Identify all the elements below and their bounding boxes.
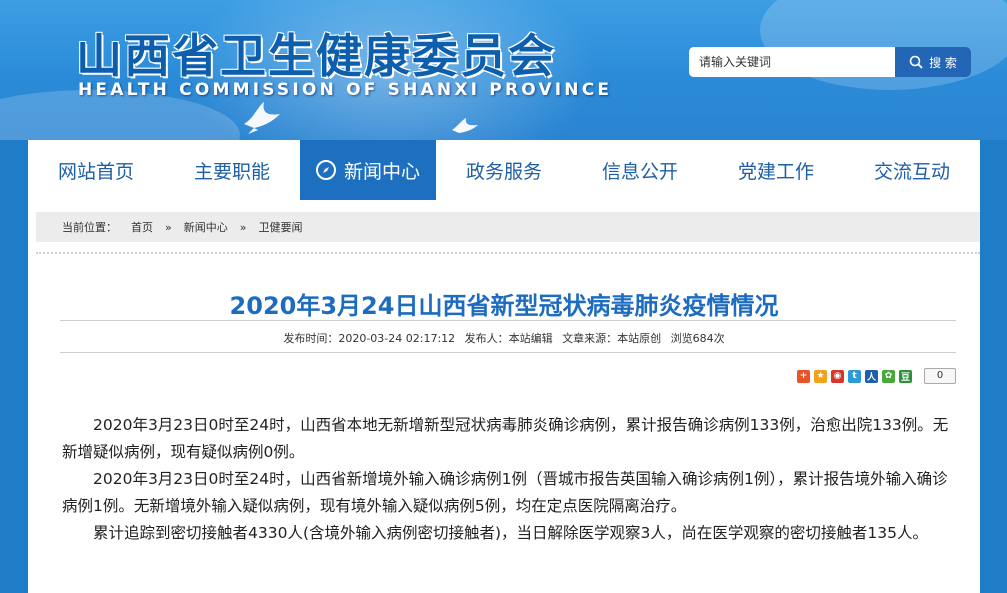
renren-icon[interactable]: 人 (865, 369, 878, 383)
breadcrumb-separator: » (165, 220, 172, 234)
article-paragraph: 2020年3月23日0时至24时，山西省本地无新增新型冠状病毒肺炎确诊病例，累计… (62, 416, 949, 461)
nav-item-interaction[interactable]: 交流互动 (844, 140, 980, 200)
search-box: 搜 索 (689, 47, 971, 77)
nav-item-label: 党建工作 (737, 160, 814, 183)
search-icon (909, 55, 923, 69)
meta-divider (60, 352, 956, 353)
article-meta: 发布时间：2020-03-24 02:17:12 发布人：本站编辑 文章来源：本… (28, 330, 980, 346)
dove-icon (244, 102, 280, 134)
share-count: 0 (924, 368, 956, 384)
share-more-icon[interactable]: + (797, 369, 810, 383)
site-subtitle: HEALTH COMMISSION OF SHANXI PROVINCE (78, 80, 613, 100)
search-button[interactable]: 搜 索 (895, 47, 971, 77)
breadcrumb-home-link[interactable]: 首页 (131, 219, 153, 235)
nav-item-news[interactable]: 新闻中心 (300, 140, 436, 200)
nav-item-party[interactable]: 党建工作 (708, 140, 844, 200)
douban-icon[interactable]: 豆 (899, 369, 912, 383)
nav-item-disclosure[interactable]: 信息公开 (572, 140, 708, 200)
nav-item-label: 主要职能 (193, 160, 270, 183)
breadcrumb-prefix: 当前位置： (62, 221, 117, 234)
article-title: 2020年3月24日山西省新型冠状病毒肺炎疫情情况 (229, 292, 779, 320)
dove-icon (452, 118, 478, 133)
main-nav: 网站首页 主要职能 新闻中心 政务服务 信息公开 党建工作 交流互动 (28, 140, 980, 200)
article-paragraph: 累计追踪到密切接触者4330人(含境外输入病例密切接触者)，当日解除医学观察3人… (93, 524, 928, 542)
search-input[interactable] (689, 47, 895, 77)
nav-item-home[interactable]: 网站首页 (28, 140, 164, 200)
view-count: 浏览684次 (670, 332, 725, 345)
nav-item-label: 网站首页 (57, 160, 134, 183)
breadcrumb: 当前位置： 首页 » 新闻中心 » 卫健要闻 (36, 212, 980, 242)
nav-item-label: 新闻中心 (343, 160, 420, 183)
nav-item-label: 交流互动 (873, 160, 950, 183)
article-body: 2020年3月23日0时至24时，山西省本地无新增新型冠状病毒肺炎确诊病例，累计… (62, 412, 958, 547)
kaixin-icon[interactable]: ✿ (882, 369, 895, 383)
tencent-weibo-icon[interactable]: t (848, 369, 861, 383)
content-panel: 当前位置： 首页 » 新闻中心 » 卫健要闻 2020年3月24日山西省新型冠状… (28, 200, 980, 593)
nav-item-services[interactable]: 政务服务 (436, 140, 572, 200)
article-source: 文章来源：本站原创 (562, 332, 662, 345)
breadcrumb-separator: » (239, 220, 247, 234)
publisher: 发布人：本站编辑 (464, 332, 553, 345)
weibo-icon[interactable]: ◉ (831, 369, 844, 383)
compass-icon (315, 160, 336, 180)
breadcrumb-news-link[interactable]: 新闻中心 (184, 219, 228, 235)
nav-item-label: 政务服务 (465, 160, 542, 183)
qzone-icon[interactable]: ★ (814, 369, 827, 383)
title-divider (60, 320, 956, 321)
breadcrumb-current-link[interactable]: 卫健要闻 (258, 219, 302, 235)
search-button-label: 搜 索 (929, 55, 957, 70)
publish-time: 发布时间：2020-03-24 02:17:12 (283, 332, 456, 345)
nav-item-functions[interactable]: 主要职能 (164, 140, 300, 200)
site-title: 山西省卫生健康委员会 (76, 29, 556, 83)
site-header: 山西省卫生健康委员会 HEALTH COMMISSION OF SHANXI P… (0, 0, 1007, 140)
nav-item-label: 信息公开 (601, 160, 678, 183)
dotted-divider (36, 252, 980, 254)
article-paragraph: 2020年3月23日0时至24时，山西省新增境外输入确诊病例1例（晋城市报告英国… (62, 470, 948, 515)
share-bar: + ★ ◉ t 人 ✿ 豆 0 (797, 368, 956, 384)
